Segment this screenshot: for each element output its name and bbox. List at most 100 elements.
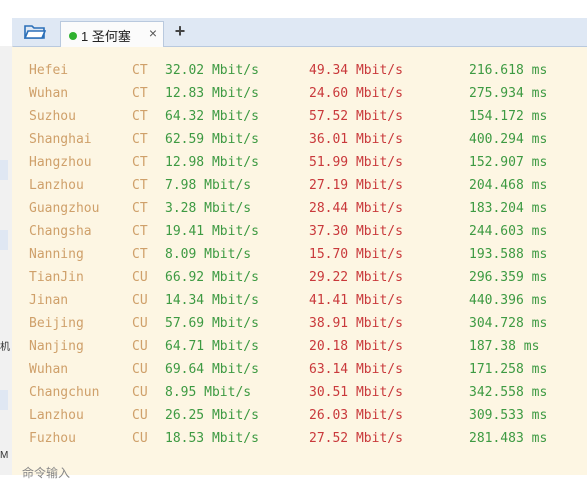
isp-cell: CT: [132, 247, 148, 262]
latency-cell: 440.396 ms: [469, 293, 548, 308]
isp-cell: CT: [132, 224, 148, 239]
left-panel-text: M: [0, 450, 9, 461]
session-tab[interactable]: 1 圣何塞 ×: [60, 21, 164, 47]
isp-cell: CT: [132, 63, 148, 78]
download-speed-cell: 20.18 Mbit/s: [309, 339, 403, 354]
city-cell: Lanzhou: [29, 408, 84, 423]
city-cell: Suzhou: [29, 109, 76, 124]
upload-speed-cell: 8.95 Mbit/s: [165, 385, 252, 400]
window-top-strip: [0, 0, 587, 18]
download-speed-cell: 30.51 Mbit/s: [309, 385, 403, 400]
upload-speed-cell: 3.28 Mbit/s: [165, 201, 252, 216]
city-cell: Nanning: [29, 247, 84, 262]
upload-speed-cell: 64.32 Mbit/s: [165, 109, 259, 124]
latency-cell: 281.483 ms: [469, 431, 548, 446]
download-speed-cell: 41.41 Mbit/s: [309, 293, 403, 308]
upload-speed-cell: 62.59 Mbit/s: [165, 132, 259, 147]
city-cell: Shanghai: [29, 132, 92, 147]
upload-speed-cell: 69.64 Mbit/s: [165, 362, 259, 377]
latency-cell: 204.468 ms: [469, 178, 548, 193]
latency-cell: 171.258 ms: [469, 362, 548, 377]
download-speed-cell: 38.91 Mbit/s: [309, 316, 403, 331]
city-cell: Beijing: [29, 316, 84, 331]
open-folder-icon[interactable]: [22, 23, 48, 41]
city-cell: Changsha: [29, 224, 92, 239]
city-cell: Fuzhou: [29, 431, 76, 446]
isp-cell: CU: [132, 270, 148, 285]
city-cell: Wuhan: [29, 362, 69, 377]
latency-cell: 296.359 ms: [469, 270, 548, 285]
left-panel-marker: [0, 390, 8, 410]
city-cell: Wuhan: [29, 86, 69, 101]
upload-speed-cell: 57.69 Mbit/s: [165, 316, 259, 331]
close-tab-icon[interactable]: ×: [149, 25, 157, 41]
upload-speed-cell: 12.83 Mbit/s: [165, 86, 259, 101]
latency-cell: 216.618 ms: [469, 63, 548, 78]
download-speed-cell: 27.19 Mbit/s: [309, 178, 403, 193]
upload-speed-cell: 14.34 Mbit/s: [165, 293, 259, 308]
download-speed-cell: 37.30 Mbit/s: [309, 224, 403, 239]
isp-cell: CT: [132, 109, 148, 124]
isp-cell: CU: [132, 385, 148, 400]
connected-status-icon: [69, 32, 77, 40]
download-speed-cell: 28.44 Mbit/s: [309, 201, 403, 216]
download-speed-cell: 15.70 Mbit/s: [309, 247, 403, 262]
upload-speed-cell: 64.71 Mbit/s: [165, 339, 259, 354]
isp-cell: CU: [132, 293, 148, 308]
left-panel-marker: [0, 160, 8, 180]
command-input-field[interactable]: 命令输入: [22, 464, 70, 481]
city-cell: Changchun: [29, 385, 100, 400]
latency-cell: 342.558 ms: [469, 385, 548, 400]
upload-speed-cell: 7.98 Mbit/s: [165, 178, 252, 193]
city-cell: Nanjing: [29, 339, 84, 354]
isp-cell: CT: [132, 86, 148, 101]
latency-cell: 193.588 ms: [469, 247, 548, 262]
session-tab-label: 1 圣何塞: [81, 29, 131, 44]
download-speed-cell: 24.60 Mbit/s: [309, 86, 403, 101]
download-speed-cell: 27.52 Mbit/s: [309, 431, 403, 446]
upload-speed-cell: 8.09 Mbit/s: [165, 247, 252, 262]
city-cell: TianJin: [29, 270, 84, 285]
isp-cell: CU: [132, 316, 148, 331]
download-speed-cell: 57.52 Mbit/s: [309, 109, 403, 124]
city-cell: Hangzhou: [29, 155, 92, 170]
isp-cell: CU: [132, 431, 148, 446]
download-speed-cell: 29.22 Mbit/s: [309, 270, 403, 285]
upload-speed-cell: 26.25 Mbit/s: [165, 408, 259, 423]
isp-cell: CU: [132, 408, 148, 423]
left-panel-text: 机: [0, 342, 10, 353]
isp-cell: CU: [132, 362, 148, 377]
latency-cell: 154.172 ms: [469, 109, 548, 124]
upload-speed-cell: 66.92 Mbit/s: [165, 270, 259, 285]
upload-speed-cell: 19.41 Mbit/s: [165, 224, 259, 239]
city-cell: Lanzhou: [29, 178, 84, 193]
upload-speed-cell: 12.98 Mbit/s: [165, 155, 259, 170]
isp-cell: CU: [132, 339, 148, 354]
latency-cell: 244.603 ms: [469, 224, 548, 239]
left-panel-marker: [0, 230, 8, 250]
tab-bar: 1 圣何塞 × +: [12, 18, 587, 47]
add-tab-button[interactable]: +: [170, 21, 190, 41]
latency-cell: 309.533 ms: [469, 408, 548, 423]
download-speed-cell: 49.34 Mbit/s: [309, 63, 403, 78]
city-cell: Jinan: [29, 293, 69, 308]
latency-cell: 152.907 ms: [469, 155, 548, 170]
isp-cell: CT: [132, 155, 148, 170]
city-cell: Hefei: [29, 63, 69, 78]
latency-cell: 304.728 ms: [469, 316, 548, 331]
latency-cell: 275.934 ms: [469, 86, 548, 101]
download-speed-cell: 36.01 Mbit/s: [309, 132, 403, 147]
isp-cell: CT: [132, 178, 148, 193]
latency-cell: 183.204 ms: [469, 201, 548, 216]
isp-cell: CT: [132, 201, 148, 216]
download-speed-cell: 51.99 Mbit/s: [309, 155, 403, 170]
terminal-output[interactable]: Hefei CT 32.02 Mbit/s 49.34 Mbit/s 216.6…: [12, 47, 587, 480]
upload-speed-cell: 18.53 Mbit/s: [165, 431, 259, 446]
latency-cell: 187.38 ms: [469, 339, 540, 354]
city-cell: Guangzhou: [29, 201, 100, 216]
isp-cell: CT: [132, 132, 148, 147]
download-speed-cell: 26.03 Mbit/s: [309, 408, 403, 423]
upload-speed-cell: 32.02 Mbit/s: [165, 63, 259, 78]
download-speed-cell: 63.14 Mbit/s: [309, 362, 403, 377]
latency-cell: 400.294 ms: [469, 132, 548, 147]
